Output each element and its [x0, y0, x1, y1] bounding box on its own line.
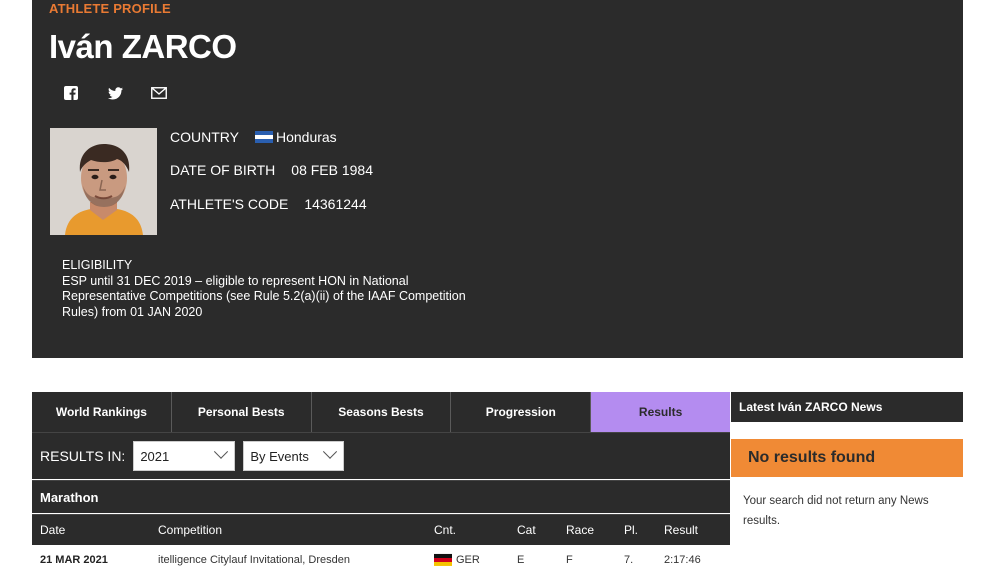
- tab-personal-bests[interactable]: Personal Bests: [172, 392, 312, 432]
- social-share: [60, 84, 170, 102]
- country-value: Honduras: [275, 129, 337, 145]
- row-country: GER: [434, 553, 480, 567]
- news-heading: Latest Iván ZARCO News: [731, 392, 963, 422]
- col-place: Pl.: [624, 523, 639, 537]
- col-category: Cat: [517, 523, 536, 537]
- row-result: 2:17:46: [664, 554, 701, 566]
- row-date: 21 MAR 2021: [40, 554, 108, 566]
- profile-kicker: ATHLETE PROFILE: [49, 1, 171, 16]
- event-heading: Marathon: [32, 480, 730, 513]
- tab-world-rankings[interactable]: World Rankings: [32, 392, 172, 432]
- chevron-down-icon: [214, 444, 229, 459]
- col-race: Race: [566, 523, 595, 537]
- athlete-profile-header: ATHLETE PROFILE Iván ZARCO COUNTRY Hondu…: [32, 0, 963, 358]
- grouping-select-value: By Events: [250, 448, 309, 464]
- eligibility-title: ELIGIBILITY: [62, 258, 133, 272]
- athlete-code-value: 14361244: [304, 196, 367, 212]
- dob-value: 08 FEB 1984: [291, 162, 374, 178]
- eligibility-text: ESP until 31 DEC 2019 – eligible to repr…: [62, 273, 466, 319]
- athlete-code-row: ATHLETE'S CODE 14361244: [170, 196, 367, 212]
- results-filter-bar: RESULTS IN: 2021 By Events: [32, 432, 730, 479]
- eligibility-block: ELIGIBILITY ESP until 31 DEC 2019 – elig…: [62, 258, 482, 320]
- germany-flag-icon: [434, 554, 452, 567]
- country-label: COUNTRY: [170, 129, 239, 145]
- row-category: E: [517, 554, 525, 566]
- col-date: Date: [40, 523, 66, 537]
- col-competition: Competition: [158, 523, 223, 537]
- col-country: Cnt.: [434, 523, 457, 537]
- tab-progression[interactable]: Progression: [451, 392, 592, 432]
- athlete-name: Iván ZARCO: [49, 28, 237, 65]
- tab-seasons-bests[interactable]: Seasons Bests: [312, 392, 452, 432]
- table-row[interactable]: 21 MAR 2021 itelligence Citylauf Invitat…: [32, 545, 730, 575]
- country-row: COUNTRY Honduras: [170, 129, 337, 145]
- twitter-icon[interactable]: [104, 84, 126, 102]
- mail-icon[interactable]: [148, 84, 170, 102]
- no-results-banner: No results found: [731, 439, 963, 477]
- athlete-photo: [50, 128, 157, 235]
- facebook-icon[interactable]: [60, 84, 82, 102]
- tab-results[interactable]: Results: [591, 392, 730, 432]
- honduras-flag-icon: [254, 131, 273, 143]
- results-table-header: Date Competition Cnt. Cat Race Pl. Resul…: [32, 514, 730, 545]
- athlete-code-label: ATHLETE'S CODE: [170, 196, 289, 212]
- row-place: 7.: [624, 554, 634, 566]
- dob-label: DATE OF BIRTH: [170, 162, 276, 178]
- year-select-value: 2021: [140, 448, 170, 464]
- dob-row: DATE OF BIRTH 08 FEB 1984: [170, 162, 373, 178]
- no-results-message: Your search did not return any News resu…: [743, 495, 929, 527]
- results-in-label: RESULTS IN:: [40, 448, 126, 464]
- row-country-code: GER: [456, 553, 480, 566]
- chevron-down-icon: [323, 444, 338, 459]
- year-select[interactable]: 2021: [133, 441, 236, 471]
- row-race: F: [566, 554, 573, 566]
- grouping-select[interactable]: By Events: [243, 441, 345, 471]
- row-competition: itelligence Citylauf Invitational, Dresd…: [158, 554, 350, 566]
- col-result: Result: [664, 523, 699, 537]
- profile-tabs: World Rankings Personal Bests Seasons Be…: [32, 392, 730, 432]
